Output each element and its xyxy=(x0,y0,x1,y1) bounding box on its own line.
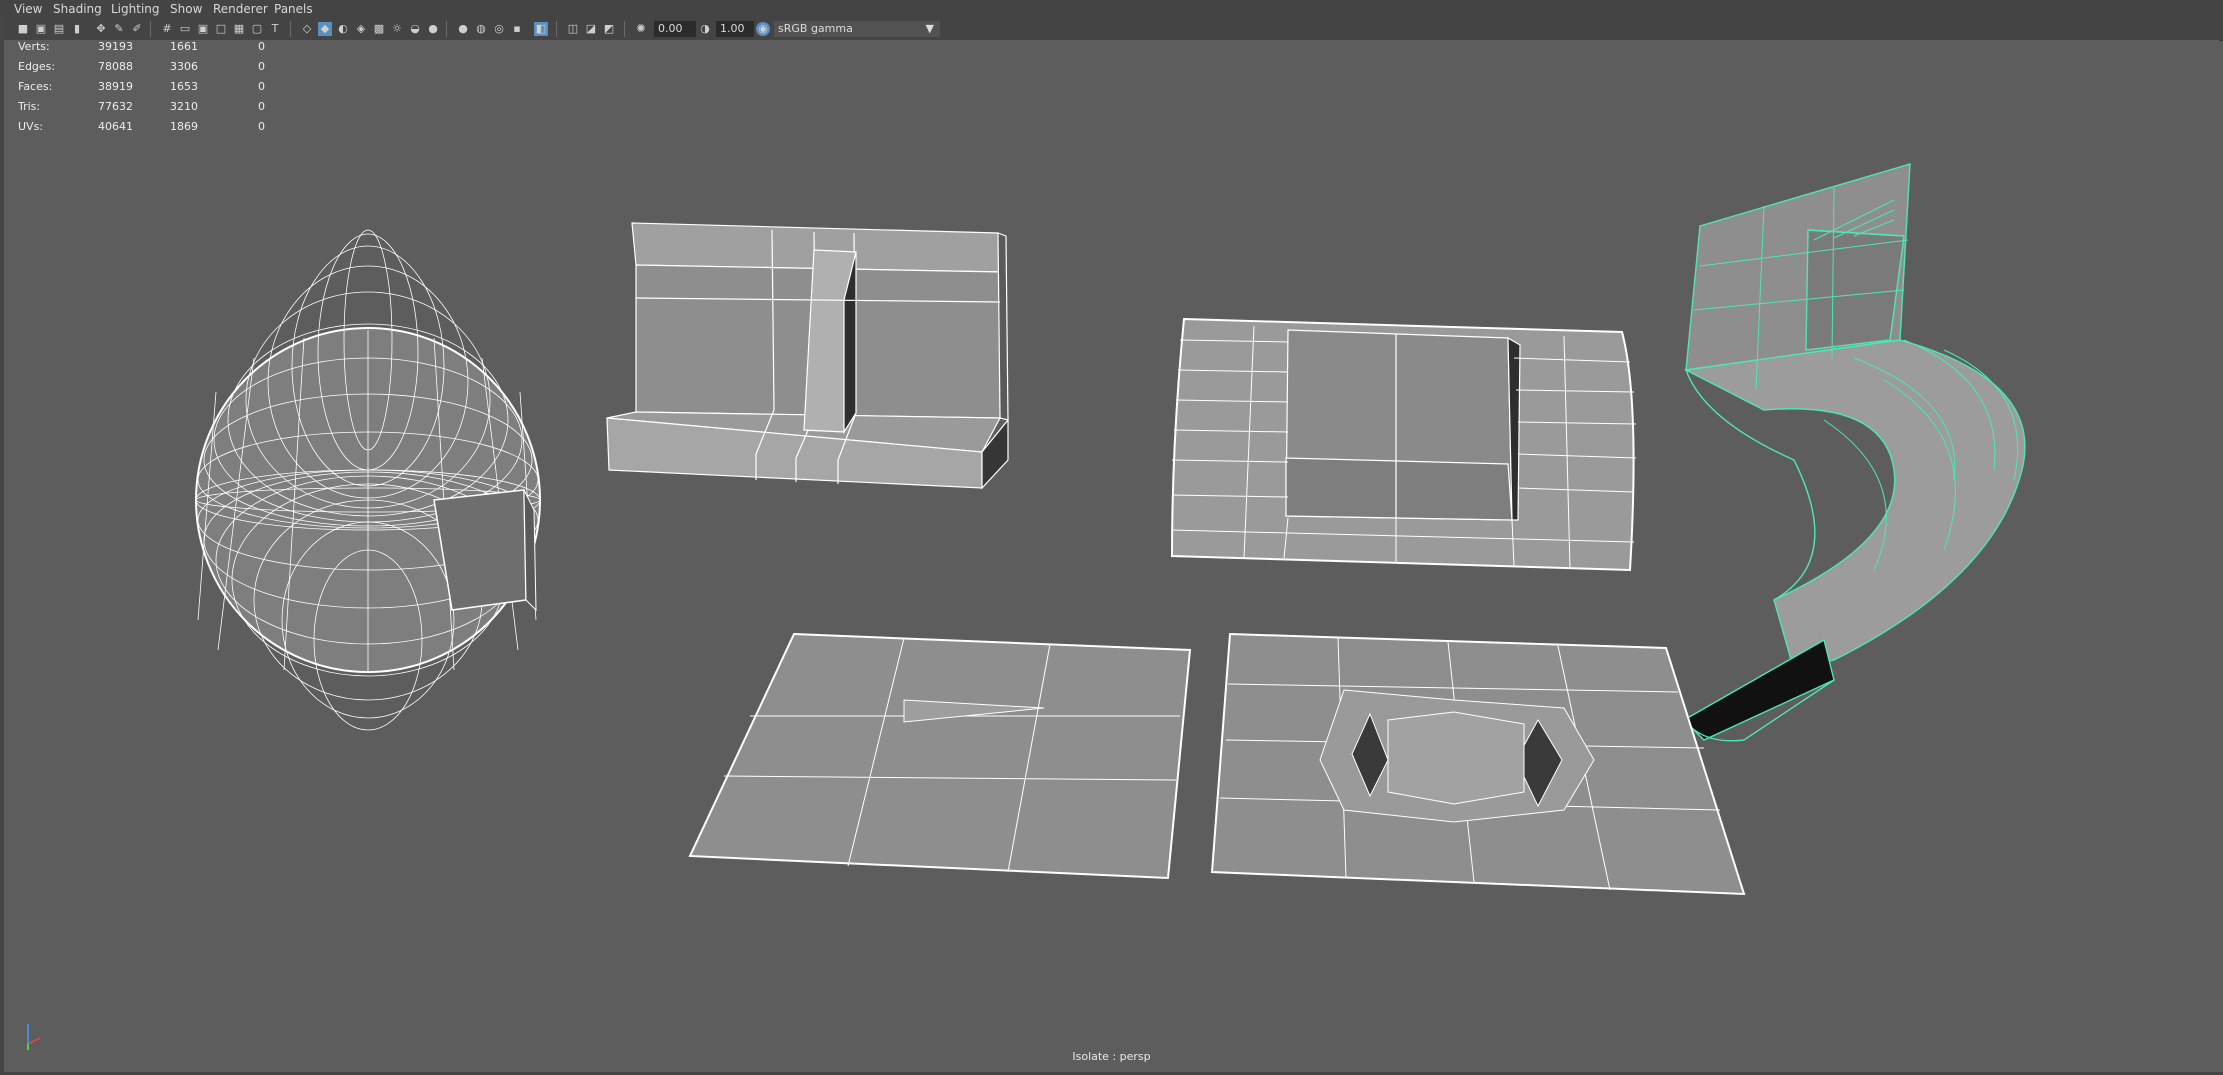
rounded-block-mesh xyxy=(1170,317,1637,572)
gate-mask-icon[interactable]: □ xyxy=(214,22,228,36)
plane-mesh-right xyxy=(1210,632,1746,896)
safe-action-icon[interactable]: ▢ xyxy=(250,22,264,36)
shaded-wireframe-icon[interactable]: ◈ xyxy=(354,22,368,36)
toolbar-divider xyxy=(624,21,625,37)
image-plane-icon[interactable]: ▮ xyxy=(70,22,84,36)
menu-panels[interactable]: Panels xyxy=(274,2,313,16)
hud-label: Tris: xyxy=(18,100,41,113)
hud-label: Faces: xyxy=(18,80,53,93)
hud-selected: 3210 xyxy=(170,100,198,113)
menu-shading[interactable]: Shading xyxy=(53,2,102,16)
hud-total: 39193 xyxy=(98,40,133,53)
chevron-down-icon: ▼ xyxy=(925,22,934,35)
gamma-field[interactable]: 1.00 xyxy=(716,21,754,37)
hud-extra: 0 xyxy=(258,100,265,113)
isolate-select-icon[interactable]: ◧ xyxy=(534,22,548,36)
ambient-occlusion-icon[interactable]: ● xyxy=(426,22,440,36)
camera-status-label: Isolate : persp xyxy=(1072,1050,1151,1063)
wireframe-icon[interactable]: ◇ xyxy=(300,22,314,36)
hud-extra: 0 xyxy=(258,80,265,93)
xray-icon[interactable]: ▪ xyxy=(510,22,524,36)
bookmark-icon[interactable]: ▤ xyxy=(52,22,66,36)
menu-view[interactable]: View xyxy=(14,2,42,16)
hud-label: Verts: xyxy=(18,40,50,53)
use-all-lights-icon[interactable]: ☼ xyxy=(390,22,404,36)
grid-icon[interactable]: # xyxy=(160,22,174,36)
view-transform-value: sRGB gamma xyxy=(778,22,853,35)
xray-active-icon[interactable]: ◪ xyxy=(584,22,598,36)
panel-toolbar: ■ ▣ ▤ ▮ ✥ ✎ ✐ # ▭ ▣ □ ▦ ▢ T ◇ ◆ ◐ ◈ ▩ ☼ … xyxy=(0,18,2223,41)
hud-label: UVs: xyxy=(18,120,44,133)
toolbar-divider xyxy=(446,21,447,37)
shadows-icon[interactable]: ◒ xyxy=(408,22,422,36)
pencil-icon[interactable]: ✐ xyxy=(130,22,144,36)
toolbar-divider xyxy=(290,21,291,37)
hud-selected: 1653 xyxy=(170,80,198,93)
color-management-icon[interactable]: ◉ xyxy=(756,22,770,36)
hud-total: 40641 xyxy=(98,120,133,133)
camera-icon[interactable]: ■ xyxy=(16,22,30,36)
motion-blur-icon[interactable]: ● xyxy=(456,22,470,36)
camera-attributes-icon[interactable]: ▣ xyxy=(34,22,48,36)
view-transform-select[interactable]: sRGB gamma ▼ xyxy=(774,21,940,37)
film-gate-icon[interactable]: ▭ xyxy=(178,22,192,36)
toolbar-divider xyxy=(150,21,151,37)
gamma-icon[interactable]: ◑ xyxy=(698,22,712,36)
hud-total: 38919 xyxy=(98,80,133,93)
hud-total: 77632 xyxy=(98,100,133,113)
toolbar-divider xyxy=(556,21,557,37)
exposure-icon[interactable]: ✺ xyxy=(634,22,648,36)
hud-extra: 0 xyxy=(258,120,265,133)
backface-culling-icon[interactable]: ◩ xyxy=(602,22,616,36)
depth-of-field-icon[interactable]: ◎ xyxy=(492,22,506,36)
hud-label: Edges: xyxy=(18,60,56,73)
wall-mesh xyxy=(606,222,1009,490)
panel-menubar: View Shading Lighting Show Renderer Pane… xyxy=(0,0,2223,19)
field-chart-icon[interactable]: ▦ xyxy=(232,22,246,36)
exposure-field[interactable]: 0.00 xyxy=(654,21,696,37)
menu-show[interactable]: Show xyxy=(170,2,202,16)
maya-viewport-window: View Shading Lighting Show Renderer Pane… xyxy=(0,0,2223,1075)
safe-title-icon[interactable]: T xyxy=(268,22,282,36)
resolution-gate-icon[interactable]: ▣ xyxy=(196,22,210,36)
menu-renderer[interactable]: Renderer xyxy=(213,2,268,16)
smooth-shade-icon[interactable]: ◆ xyxy=(318,22,332,36)
grease-pencil-icon[interactable]: ✎ xyxy=(112,22,126,36)
hud-extra: 0 xyxy=(258,60,265,73)
antialiasing-icon[interactable]: ◍ xyxy=(474,22,488,36)
2d-pan-zoom-icon[interactable]: ✥ xyxy=(94,22,108,36)
hud-selected: 1869 xyxy=(170,120,198,133)
menu-lighting[interactable]: Lighting xyxy=(111,2,160,16)
hud-extra: 0 xyxy=(258,40,265,53)
hud-selected: 1661 xyxy=(170,40,198,53)
xray-joints-icon[interactable]: ◫ xyxy=(566,22,580,36)
3d-viewport[interactable] xyxy=(4,40,2219,1072)
hud-selected: 3306 xyxy=(170,60,198,73)
default-material-icon[interactable]: ◐ xyxy=(336,22,350,36)
hud-total: 78088 xyxy=(98,60,133,73)
textured-icon[interactable]: ▩ xyxy=(372,22,386,36)
